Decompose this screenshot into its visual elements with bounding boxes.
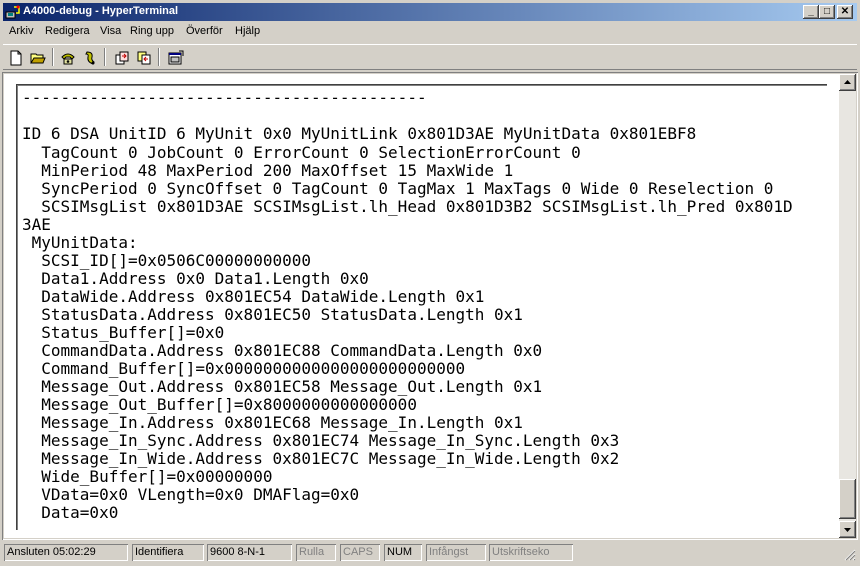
status-emulation: Identifiera (132, 544, 204, 561)
status-port-settings: 9600 8-N-1 (207, 544, 292, 561)
minimize-icon: _ (808, 6, 814, 17)
title-bar[interactable]: A4000-debug - HyperTerminal _ □ ✕ (3, 3, 857, 21)
new-document-icon (10, 50, 22, 66)
terminal-line: DataWide.Address 0x801EC54 DataWide.Leng… (22, 287, 485, 306)
terminal-line: MyUnitData: (22, 233, 138, 252)
terminal-line: Status_Buffer[]=0x0 (22, 323, 225, 342)
status-connected: Ansluten 05:02:29 (4, 544, 128, 561)
terminal-screen[interactable]: ----------------------------------------… (16, 84, 827, 530)
scroll-thumb[interactable] (839, 479, 856, 519)
status-bar: Ansluten 05:02:29 Identifiera 9600 8-N-1… (2, 543, 858, 563)
terminal-line: 3AE (22, 215, 51, 234)
receive-file-icon (137, 51, 151, 65)
resize-grip-icon[interactable] (844, 549, 856, 561)
menu-hjalp[interactable]: Hjälp (235, 25, 260, 37)
disconnect-button[interactable] (79, 47, 101, 69)
terminal-line: Data1.Address 0x0 Data1.Length 0x0 (22, 269, 369, 288)
terminal-line: Message_In_Sync.Address 0x801EC74 Messag… (22, 431, 620, 450)
terminal-line: SCSIMsgList 0x801D3AE SCSIMsgList.lh_Hea… (22, 197, 793, 216)
terminal-line: Message_Out_Buffer[]=0x8000000000000000 (22, 395, 417, 414)
menu-overfor[interactable]: Överför (186, 25, 223, 37)
terminal-line: Wide_Buffer[]=0x00000000 (22, 467, 273, 486)
status-capture: Infångst (426, 544, 486, 561)
maximize-button[interactable]: □ (819, 5, 835, 19)
menu-bar: Arkiv Redigera Visa Ring upp Överför Hjä… (3, 22, 857, 40)
terminal-line: Message_In.Address 0x801EC68 Message_In.… (22, 413, 523, 432)
arrow-up-icon (844, 80, 851, 84)
toolbar-separator (52, 48, 54, 66)
properties-icon (168, 50, 184, 65)
disconnect-icon (85, 51, 95, 65)
send-file-icon (115, 51, 129, 65)
terminal-line: TagCount 0 JobCount 0 ErrorCount 0 Selec… (22, 143, 581, 162)
menu-arkiv[interactable]: Arkiv (9, 25, 33, 37)
terminal-line: CommandData.Address 0x801EC88 CommandDat… (22, 341, 543, 360)
status-print-echo: Utskriftseko (489, 544, 573, 561)
close-button[interactable]: ✕ (837, 5, 853, 19)
terminal-line: Command_Buffer[]=0x000000000000000000000… (22, 359, 466, 378)
vertical-scrollbar[interactable] (839, 74, 856, 538)
menu-visa[interactable]: Visa (100, 25, 121, 37)
terminal-line: Message_In_Wide.Address 0x801EC7C Messag… (22, 449, 620, 468)
terminal-line: SCSI_ID[]=0x0506C00000000000 (22, 251, 311, 270)
call-button[interactable] (57, 47, 79, 69)
hyperterminal-window: A4000-debug - HyperTerminal _ □ ✕ Arkiv … (0, 0, 860, 566)
open-folder-button[interactable] (27, 47, 49, 69)
status-caps: CAPS (340, 544, 380, 561)
terminal-line: SyncPeriod 0 SyncOffset 0 TagCount 0 Tag… (22, 179, 774, 198)
new-document-button[interactable] (5, 47, 27, 69)
terminal-line: MinPeriod 48 MaxPeriod 200 MaxOffset 15 … (22, 161, 514, 180)
send-file-button[interactable] (111, 47, 133, 69)
terminal-line: StatusData.Address 0x801EC50 StatusData.… (22, 305, 523, 324)
receive-file-button[interactable] (133, 47, 155, 69)
toolbar-separator (104, 48, 106, 66)
scroll-up-button[interactable] (839, 74, 856, 91)
open-folder-icon (30, 53, 46, 64)
window-title: A4000-debug - HyperTerminal (23, 5, 179, 17)
arrow-down-icon (844, 528, 851, 532)
terminal-line: ID 6 DSA UnitID 6 MyUnit 0x0 MyUnitLink … (22, 124, 697, 143)
menu-redigera[interactable]: Redigera (45, 25, 90, 37)
properties-button[interactable] (165, 47, 187, 69)
terminal-line: ----------------------------------------… (22, 88, 427, 107)
maximize-icon: □ (823, 6, 831, 17)
hyperterminal-app-icon[interactable] (5, 4, 21, 20)
status-num: NUM (384, 544, 422, 561)
terminal-line: VData=0x0 VLength=0x0 DMAFlag=0x0 (22, 485, 360, 504)
call-phone-icon (61, 53, 75, 65)
minimize-button[interactable]: _ (803, 5, 819, 19)
close-icon: ✕ (840, 6, 850, 17)
scroll-down-button[interactable] (839, 521, 856, 538)
terminal-line: Data=0x0 (22, 503, 119, 522)
toolbar (3, 44, 857, 70)
toolbar-separator (158, 48, 160, 66)
status-scroll: Rulla (296, 544, 336, 561)
menu-ring-upp[interactable]: Ring upp (130, 25, 174, 37)
terminal-line: Message_Out.Address 0x801EC58 Message_Ou… (22, 377, 543, 396)
